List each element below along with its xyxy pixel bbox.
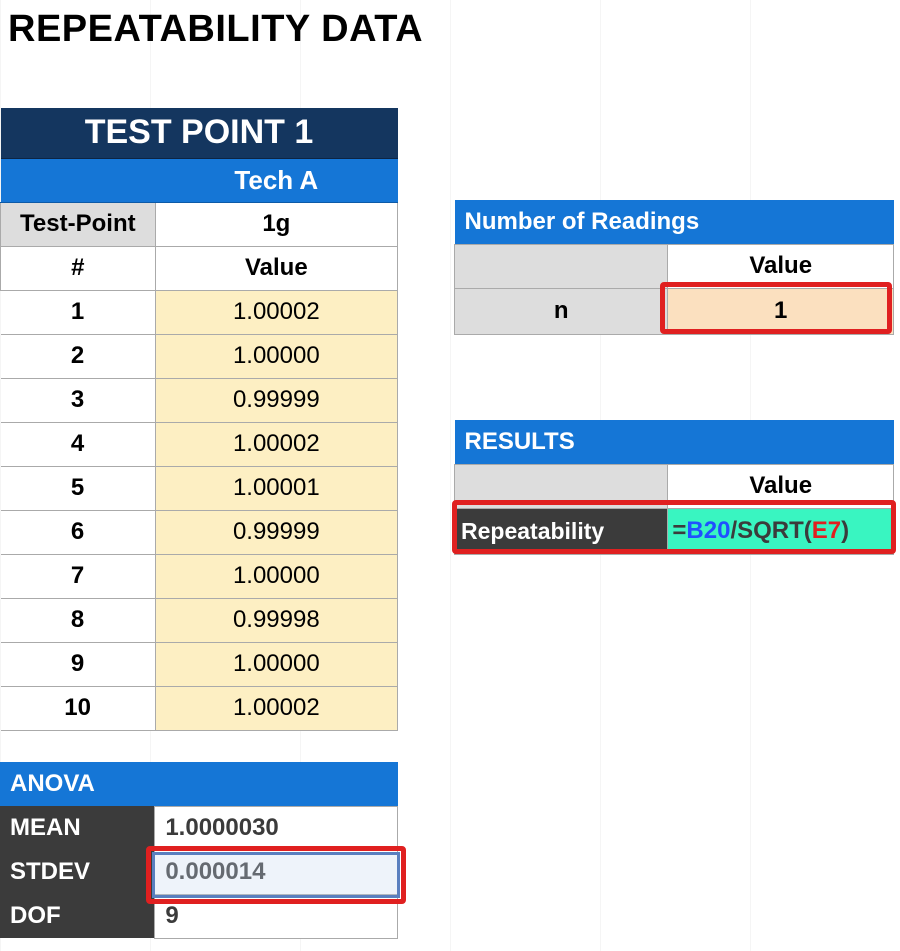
repeatability-formula[interactable]: =B20/SQRT(E7) [668,508,894,554]
tech-blank [1,158,156,202]
formula-fn: /SQRT( [730,517,811,544]
row-val[interactable]: 1.00001 [155,466,397,510]
anova-table: ANOVA MEAN 1.0000030 STDEV 0.000014 DOF … [0,762,398,939]
results-blank [455,464,668,508]
row-val[interactable]: 1.00002 [155,422,397,466]
row-val[interactable]: 1.00002 [155,686,397,730]
test-point-table: TEST POINT 1 Tech A Test-Point 1g # Valu… [0,108,398,731]
readings-blank [455,244,668,288]
row-idx[interactable]: 2 [1,334,156,378]
dof-value[interactable]: 9 [155,894,398,938]
results-table: RESULTS Value Repeatability =B20/SQRT(E7… [454,420,894,555]
repeatability-label: Repeatability [455,508,668,554]
row-val[interactable]: 1.00002 [155,290,397,334]
row-idx[interactable]: 5 [1,466,156,510]
row-idx[interactable]: 4 [1,422,156,466]
mean-label: MEAN [0,806,155,850]
row-idx[interactable]: 8 [1,598,156,642]
row-idx[interactable]: 1 [1,290,156,334]
row-val[interactable]: 0.99998 [155,598,397,642]
formula-close: ) [841,517,849,544]
page-title: REPEATABILITY DATA [8,8,423,51]
n-value[interactable]: 1 [668,288,894,334]
results-val-header: Value [668,464,894,508]
stdev-value[interactable]: 0.000014 [155,850,398,894]
dof-label: DOF [0,894,155,938]
tp-label: Test-Point [1,202,156,246]
tech-label: Tech A [155,158,397,202]
results-header: RESULTS [455,420,894,464]
readings-val-header: Value [668,244,894,288]
spreadsheet: REPEATABILITY DATA TEST POINT 1 Tech A T… [0,0,900,951]
test-point-header: TEST POINT 1 [1,108,398,158]
tp-value: 1g [155,202,397,246]
row-val[interactable]: 1.00000 [155,554,397,598]
readings-header: Number of Readings [455,200,894,244]
formula-ref2: E7 [812,517,841,544]
row-idx[interactable]: 6 [1,510,156,554]
readings-table: Number of Readings Value n 1 [454,200,894,335]
stdev-label: STDEV [0,850,155,894]
row-val[interactable]: 0.99999 [155,378,397,422]
formula-eq: = [672,517,686,544]
formula-ref1: B20 [686,517,730,544]
row-val[interactable]: 1.00000 [155,642,397,686]
row-idx[interactable]: 9 [1,642,156,686]
anova-header: ANOVA [0,762,398,806]
mean-value[interactable]: 1.0000030 [155,806,398,850]
row-idx[interactable]: 3 [1,378,156,422]
num-header: # [1,246,156,290]
row-idx[interactable]: 10 [1,686,156,730]
val-header: Value [155,246,397,290]
n-label: n [455,288,668,334]
row-val[interactable]: 1.00000 [155,334,397,378]
row-idx[interactable]: 7 [1,554,156,598]
row-val[interactable]: 0.99999 [155,510,397,554]
